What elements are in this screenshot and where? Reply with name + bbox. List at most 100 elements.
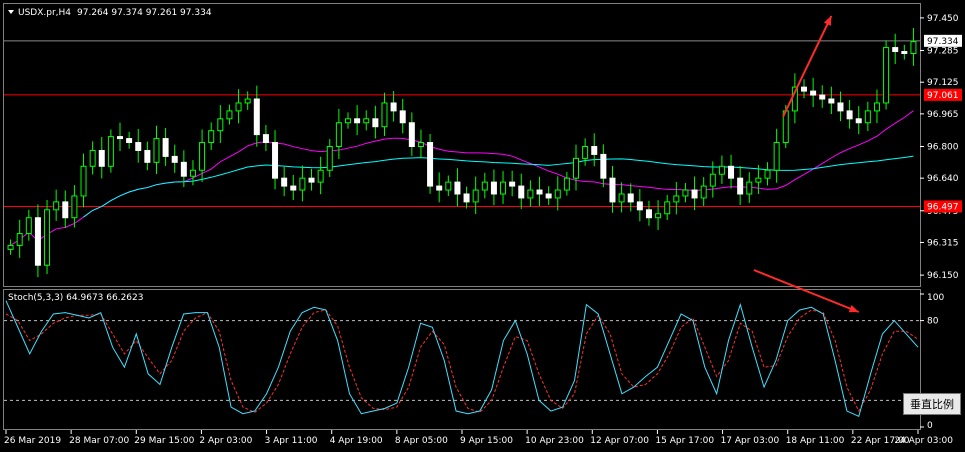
bear-candle — [162, 138, 169, 157]
bull-candle — [582, 146, 589, 159]
bear-candle — [126, 138, 133, 144]
bull-candle — [445, 181, 452, 191]
time-tick-label: 26 Mar 2019 — [4, 436, 61, 446]
bull-candle — [16, 233, 23, 246]
bear-candle — [427, 142, 434, 187]
arrow-head-icon — [848, 304, 859, 313]
bull-candle — [673, 195, 680, 203]
bull-candle — [554, 189, 561, 199]
bull-candle — [7, 244, 14, 250]
bull-candle — [299, 177, 306, 191]
bear-candle — [253, 98, 260, 136]
time-tick-label: 29 Mar 15:00 — [134, 436, 194, 446]
bear-candle — [98, 149, 105, 167]
price-tick-label: 96.800 — [927, 143, 959, 153]
bull-candle — [363, 118, 370, 124]
horizontal-lines — [4, 40, 920, 207]
bull-candle — [563, 177, 570, 191]
bear-candle — [846, 110, 853, 120]
bull-candle — [189, 169, 196, 177]
time-tick-label: 18 Apr 11:00 — [786, 436, 845, 446]
bear-candle — [828, 98, 835, 104]
price-badges: 97.334 97.061 96.497 — [924, 34, 962, 213]
hline-price-badge: 96.497 — [927, 202, 959, 212]
bull-candle — [500, 181, 507, 195]
bull-candle — [71, 195, 78, 219]
bull-candle — [873, 102, 880, 112]
bull-candle — [472, 189, 479, 203]
bull-candle — [709, 173, 716, 187]
stoch-tick-label: 100 — [927, 293, 944, 303]
bear-candle — [399, 110, 406, 124]
bull-candle — [883, 47, 890, 104]
price-chart-area[interactable]: 97.450 97.285 97.125 96.965 96.800 96.640 96.4… — [0, 0, 965, 452]
bull-candle — [217, 118, 224, 132]
bull-candle — [25, 217, 32, 235]
bull-candle — [107, 136, 114, 167]
bull-candle — [335, 122, 342, 147]
bull-candle — [235, 102, 242, 112]
bear-candle — [290, 185, 297, 191]
trend-arrow-line — [753, 269, 860, 313]
bull-candle — [773, 142, 780, 171]
bull-candle — [44, 209, 51, 266]
bull-candle — [199, 142, 206, 171]
bull-candle — [755, 177, 762, 183]
time-tick-label: 9 Apr 15:00 — [460, 436, 513, 446]
moving-averages — [10, 110, 914, 246]
time-tick-label: 12 Apr 07:00 — [590, 436, 649, 446]
bull-candle — [655, 213, 662, 219]
price-tick-label: 97.285 — [927, 47, 959, 57]
time-tick-label: 2 Apr 03:00 — [199, 436, 252, 446]
bear-candle — [354, 118, 361, 124]
bull-candle — [326, 146, 333, 171]
bear-candle — [591, 146, 598, 155]
time-tick-label: 24 Apr 03:00 — [894, 436, 953, 446]
bear-candle — [645, 209, 652, 219]
bear-candle — [609, 177, 616, 203]
hline-price-badge: 97.061 — [927, 91, 959, 101]
bear-candle — [801, 86, 807, 92]
bear-candle — [308, 177, 315, 183]
bear-candle — [372, 118, 379, 128]
bull-candle — [89, 149, 96, 167]
current-price-badge: 97.334 — [927, 37, 959, 47]
bull-candle — [226, 110, 233, 120]
bear-candle — [855, 118, 862, 124]
time-tick-label: 28 Mar 07:00 — [69, 436, 129, 446]
bear-candle — [600, 153, 607, 179]
bear-candle — [272, 142, 279, 179]
price-tick-label: 96.965 — [927, 110, 959, 120]
stoch-k-line — [5, 300, 919, 418]
time-tick-label: 17 Apr 03:00 — [721, 436, 780, 446]
bear-candle — [171, 155, 178, 163]
bear-candle — [545, 193, 552, 199]
bull-candle — [910, 41, 917, 55]
bull-candle — [618, 193, 625, 203]
stoch-pane-frame — [3, 289, 921, 430]
stoch-tick-label: 0 — [927, 421, 933, 431]
bear-candle — [627, 193, 634, 203]
bull-candle — [527, 189, 534, 199]
bear-candle — [636, 201, 643, 211]
price-tick-label: 96.640 — [927, 174, 959, 184]
bull-candle — [573, 157, 579, 179]
price-axis: 97.450 97.285 97.125 96.965 96.800 96.640 96.4… — [920, 14, 959, 281]
bull-candle — [80, 165, 87, 197]
vertical-scale-button[interactable]: 垂直比例 — [903, 393, 961, 415]
price-tick-label: 97.125 — [927, 78, 959, 88]
bear-candle — [810, 90, 817, 96]
bear-candle — [436, 185, 443, 191]
price-tick-label: 96.315 — [927, 238, 959, 248]
time-axis: 26 Mar 2019 28 Mar 07:00 29 Mar 15:00 2 Apr… — [4, 430, 953, 446]
bear-candle — [281, 177, 288, 187]
time-tick-label: 3 Apr 11:00 — [265, 436, 318, 446]
dropdown-triangle-icon[interactable] — [8, 10, 14, 14]
bear-candle — [454, 181, 461, 195]
trend-arrow-line — [782, 15, 833, 118]
bull-candle — [700, 185, 707, 199]
bear-candle — [518, 185, 525, 199]
bear-candle — [180, 161, 187, 177]
bull-candle — [764, 169, 771, 179]
bear-candle — [262, 134, 269, 144]
